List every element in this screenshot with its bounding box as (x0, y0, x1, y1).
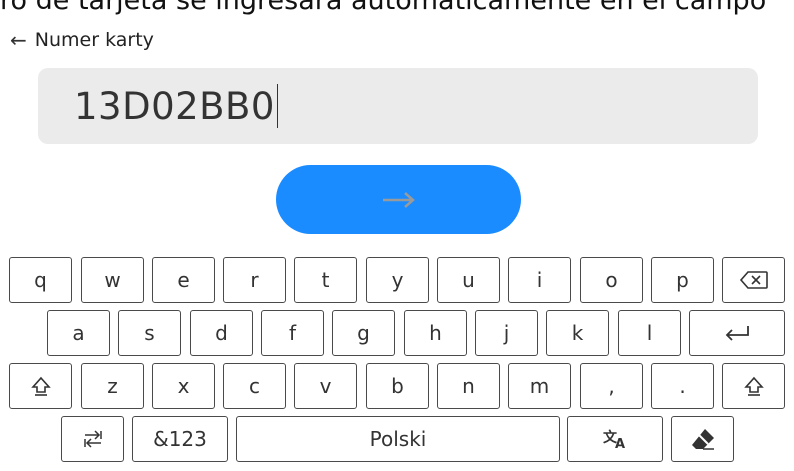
backspace-icon (739, 270, 769, 290)
key-v[interactable]: v (294, 363, 357, 409)
key-k[interactable]: k (546, 310, 609, 356)
key-r[interactable]: r (223, 257, 286, 303)
key-p[interactable]: p (651, 257, 714, 303)
key-u[interactable]: u (437, 257, 500, 303)
enter-icon (722, 324, 752, 342)
key-y[interactable]: y (366, 257, 429, 303)
key-j[interactable]: j (475, 310, 538, 356)
keyboard-switch-key[interactable] (61, 416, 124, 462)
key-g[interactable]: g (332, 310, 395, 356)
card-number-value: 13D02BB0 (74, 84, 275, 128)
shift-key-right[interactable] (722, 363, 785, 409)
submit-button[interactable] (276, 165, 521, 234)
translate-icon: 文 A (602, 428, 628, 450)
shift-key-left[interactable] (9, 363, 72, 409)
backspace-key[interactable] (722, 257, 785, 303)
page-caption: ro de tarjeta se ingresará automáticamen… (0, 0, 767, 16)
svg-text:A: A (615, 437, 625, 450)
shift-icon (30, 375, 52, 397)
page-title: Numer karty (34, 29, 154, 51)
eraser-key[interactable] (671, 416, 734, 462)
eraser-icon (690, 427, 716, 451)
key-t[interactable]: t (294, 257, 357, 303)
keyboard-switch-icon (82, 428, 104, 450)
card-number-input[interactable]: 13D02BB0 (38, 68, 758, 144)
arrow-left-icon[interactable]: ← (10, 30, 27, 50)
key-m[interactable]: m (508, 363, 571, 409)
space-key[interactable]: Polski (236, 416, 560, 462)
key-f[interactable]: f (261, 310, 324, 356)
key-e[interactable]: e (152, 257, 215, 303)
key-a[interactable]: a (47, 310, 110, 356)
key-l[interactable]: l (618, 310, 681, 356)
text-caret (276, 84, 279, 128)
key-q[interactable]: q (9, 257, 72, 303)
key-s[interactable]: s (118, 310, 181, 356)
key-i[interactable]: i (508, 257, 571, 303)
key-n[interactable]: n (437, 363, 500, 409)
key-comma[interactable]: , (580, 363, 643, 409)
key-w[interactable]: w (81, 257, 144, 303)
page-header: ← Numer karty (10, 25, 154, 55)
symbols-key[interactable]: &123 (132, 416, 228, 462)
key-o[interactable]: o (580, 257, 643, 303)
key-z[interactable]: z (81, 363, 144, 409)
translate-key[interactable]: 文 A (567, 416, 663, 462)
key-period[interactable]: . (651, 363, 714, 409)
key-b[interactable]: b (366, 363, 429, 409)
key-h[interactable]: h (404, 310, 467, 356)
key-d[interactable]: d (190, 310, 253, 356)
key-c[interactable]: c (223, 363, 286, 409)
key-x[interactable]: x (152, 363, 215, 409)
enter-key[interactable] (689, 310, 785, 356)
shift-icon (743, 375, 765, 397)
arrow-right-icon (379, 190, 419, 210)
